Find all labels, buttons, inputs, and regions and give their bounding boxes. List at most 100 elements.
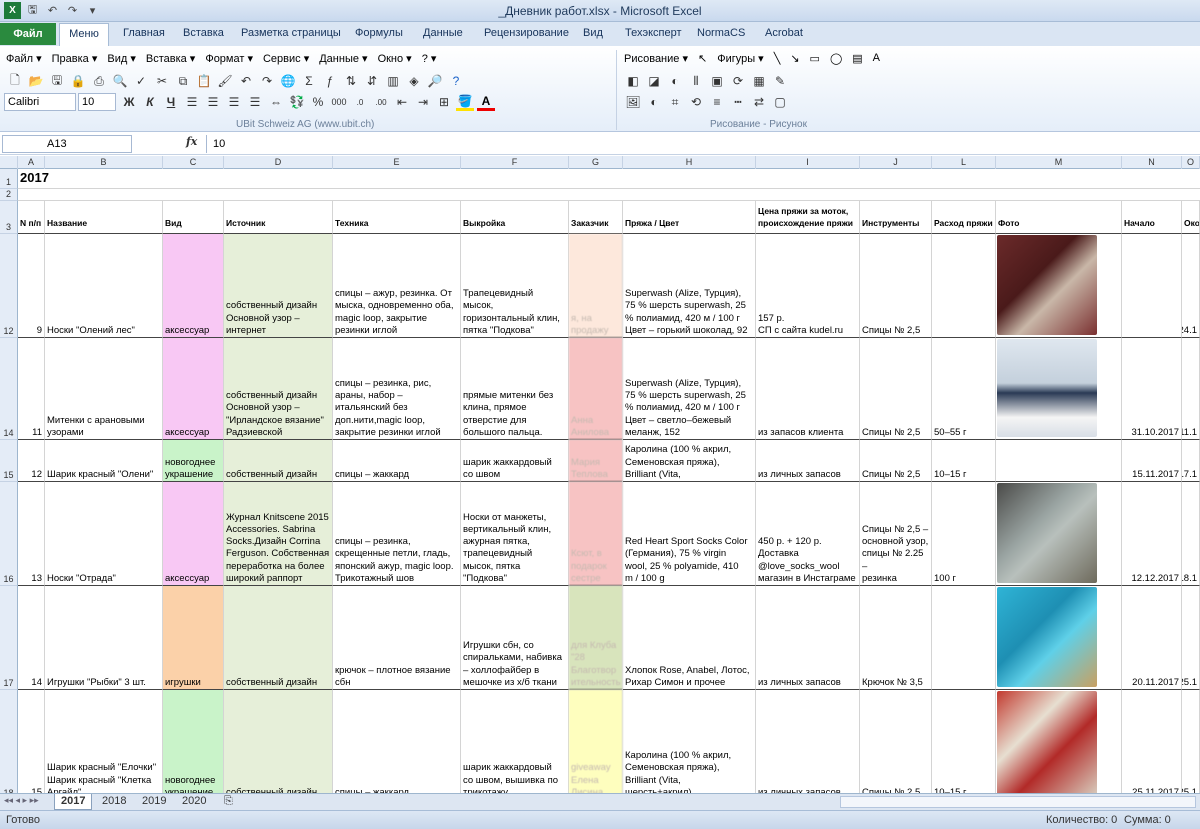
column-header-M[interactable]: M	[996, 156, 1122, 169]
align-left-icon[interactable]: ☰	[183, 93, 201, 111]
wordart-icon[interactable]: A	[873, 52, 880, 65]
cell-N-row5[interactable]: 20.11.2017	[1122, 586, 1182, 690]
column-title-H[interactable]: Пряжа / Цвет	[623, 201, 756, 234]
sheet-tab-2017[interactable]: 2017	[54, 794, 93, 810]
knitting-photo[interactable]	[997, 235, 1097, 335]
cell-F-row6[interactable]: шарик жаккардовый со швом, вышивка по тр…	[461, 690, 569, 793]
cell-D-row5[interactable]: собственный дизайн	[224, 586, 333, 690]
cell-H-row2[interactable]: Superwash (Alize, Турция), 75 % шерсть s…	[623, 338, 756, 440]
cell-A-row3[interactable]: 12	[18, 440, 45, 482]
percent-icon[interactable]: %	[309, 93, 327, 111]
cell-G-row1[interactable]: я, на продажу	[569, 234, 623, 338]
menu-edit[interactable]: Правка ▾	[52, 52, 98, 65]
cell-M-row3[interactable]	[996, 440, 1122, 482]
edit-points-icon[interactable]: ✎	[771, 72, 789, 90]
column-header-B[interactable]: B	[45, 156, 163, 169]
sheet-tab-2020[interactable]: 2020	[176, 794, 212, 810]
menu-window[interactable]: Окно ▾	[378, 52, 412, 65]
copy-icon[interactable]: ⧉	[174, 72, 192, 90]
cell-F-row4[interactable]: Носки от манжеты, вертикальный клин, ажу…	[461, 482, 569, 586]
currency-icon[interactable]: 💱	[288, 93, 306, 111]
cell-H-row5[interactable]: Хлопок Rose, Anabel, Лотос, Рихар Симон …	[623, 586, 756, 690]
column-header-F[interactable]: F	[461, 156, 569, 169]
save-icon[interactable]: 🖫	[48, 72, 66, 90]
merge-center-icon[interactable]: ⇔	[267, 93, 285, 111]
dash-style-icon[interactable]: ┅	[729, 93, 747, 111]
column-header-I[interactable]: I	[756, 156, 860, 169]
cell-I-row5[interactable]: из личных запасов	[756, 586, 860, 690]
cell-B-row4[interactable]: Носки "Отрада"	[45, 482, 163, 586]
cut-icon[interactable]: ✂	[153, 72, 171, 90]
chart-icon[interactable]: ▥	[384, 72, 402, 90]
cell-D-row2[interactable]: собственный дизайн Основной узор – "Ирла…	[224, 338, 333, 440]
cell-L-row6[interactable]: 10–15 г	[932, 690, 996, 793]
cell-H-row3[interactable]: Каролина (100 % акрил, Семеновская пряжа…	[623, 440, 756, 482]
cell-B-row3[interactable]: Шарик красный "Олени"	[45, 440, 163, 482]
file-tab[interactable]: Файл	[0, 23, 56, 45]
cell-C-row4[interactable]: аксессуар	[163, 482, 224, 586]
column-title-E[interactable]: Техника	[333, 201, 461, 234]
cell-I-row2[interactable]: из запасов клиента	[756, 338, 860, 440]
help-icon[interactable]: ?	[447, 72, 465, 90]
menu-format[interactable]: Формат ▾	[205, 52, 253, 65]
decrease-indent-icon[interactable]: ⇤	[393, 93, 411, 111]
sheet-tab-2018[interactable]: 2018	[96, 794, 132, 810]
tab-tehexpert[interactable]: Техэксперт	[625, 27, 682, 39]
cell-E-row5[interactable]: крючок – плотное вязание сбн	[333, 586, 461, 690]
tab-view[interactable]: Вид	[583, 27, 603, 39]
oval-icon[interactable]: ◯	[830, 52, 842, 65]
cell-I-row1[interactable]: 157 р. СП с сайта kudel.ru	[756, 234, 860, 338]
cell-O-row5[interactable]: 25.1	[1182, 586, 1200, 690]
select-all-corner[interactable]	[0, 156, 18, 169]
thousands-icon[interactable]: 000	[330, 93, 348, 111]
menu-drawing[interactable]: Рисование ▾	[624, 52, 688, 65]
cell-J-row5[interactable]: Крючок № 3,5	[860, 586, 932, 690]
tab-acrobat[interactable]: Acrobat	[765, 27, 803, 39]
column-title-F[interactable]: Выкройка	[461, 201, 569, 234]
bold-icon[interactable]: Ж	[120, 93, 138, 111]
print-icon[interactable]: ⎙	[90, 72, 108, 90]
cell-D-row1[interactable]: собственный дизайн Основной узор – интер…	[224, 234, 333, 338]
column-title-J[interactable]: Инструменты	[860, 201, 932, 234]
cell-G-row3[interactable]: Мария Теплова	[569, 440, 623, 482]
column-title-G[interactable]: Заказчик	[569, 201, 623, 234]
align-icon[interactable]: ⫴	[687, 72, 705, 90]
column-header-H[interactable]: H	[623, 156, 756, 169]
cell-O-row3[interactable]: 17.1	[1182, 440, 1200, 482]
cell-F-row3[interactable]: шарик жаккардовый со швом	[461, 440, 569, 482]
cell-G-row4[interactable]: Ксют, в подарок сестре	[569, 482, 623, 586]
cell-I-row6[interactable]: из личных запасов	[756, 690, 860, 793]
cell-L-row3[interactable]: 10–15 г	[932, 440, 996, 482]
row-header[interactable]: 18	[0, 690, 18, 793]
row-header[interactable]: 1	[0, 169, 18, 189]
worksheet-grid[interactable]: ABCDEFGHIJLMNO 1 2 3 2017 N п/п Название Вид Ис…	[0, 156, 1200, 793]
menu-shapes[interactable]: Фигуры ▾	[717, 52, 764, 65]
cell-G-row6[interactable]: giveaway Елена Лисина	[569, 690, 623, 793]
redo-icon[interactable]: ↷	[258, 72, 276, 90]
row-header[interactable]: 15	[0, 440, 18, 482]
cell-N-row6[interactable]: 25.11.2017	[1122, 690, 1182, 793]
order-icon[interactable]: ▦	[750, 72, 768, 90]
permission-icon[interactable]: 🔒	[69, 72, 87, 90]
knitting-photo[interactable]	[997, 587, 1097, 687]
tab-home[interactable]: Главная	[123, 27, 165, 39]
cell-D-row3[interactable]: собственный дизайн	[224, 440, 333, 482]
formula-input[interactable]: 10	[206, 135, 1196, 153]
column-header-E[interactable]: E	[333, 156, 461, 169]
format-painter-icon[interactable]: 🖌	[216, 72, 234, 90]
cell-N-row3[interactable]: 15.11.2017	[1122, 440, 1182, 482]
tab-insert[interactable]: Вставка	[183, 27, 224, 39]
align-right-icon[interactable]: ☰	[225, 93, 243, 111]
cell-O-row2[interactable]: 11.1	[1182, 338, 1200, 440]
function-icon[interactable]: ƒ	[321, 72, 339, 90]
menu-service[interactable]: Сервис ▾	[263, 52, 309, 65]
cell-H-row4[interactable]: Red Heart Sport Socks Color (Германия), …	[623, 482, 756, 586]
row-header[interactable]: 17	[0, 586, 18, 690]
cell-O-row6[interactable]: 25.1	[1182, 690, 1200, 793]
cell-L-row5[interactable]	[932, 586, 996, 690]
menu-data[interactable]: Данные ▾	[319, 52, 367, 65]
column-title-N[interactable]: Начало	[1122, 201, 1182, 234]
tab-data[interactable]: Данные	[423, 27, 463, 39]
cell-J-row1[interactable]: Спицы № 2,5	[860, 234, 932, 338]
column-title-I[interactable]: Цена пряжи за моток, происхождение пряжи	[756, 201, 860, 234]
